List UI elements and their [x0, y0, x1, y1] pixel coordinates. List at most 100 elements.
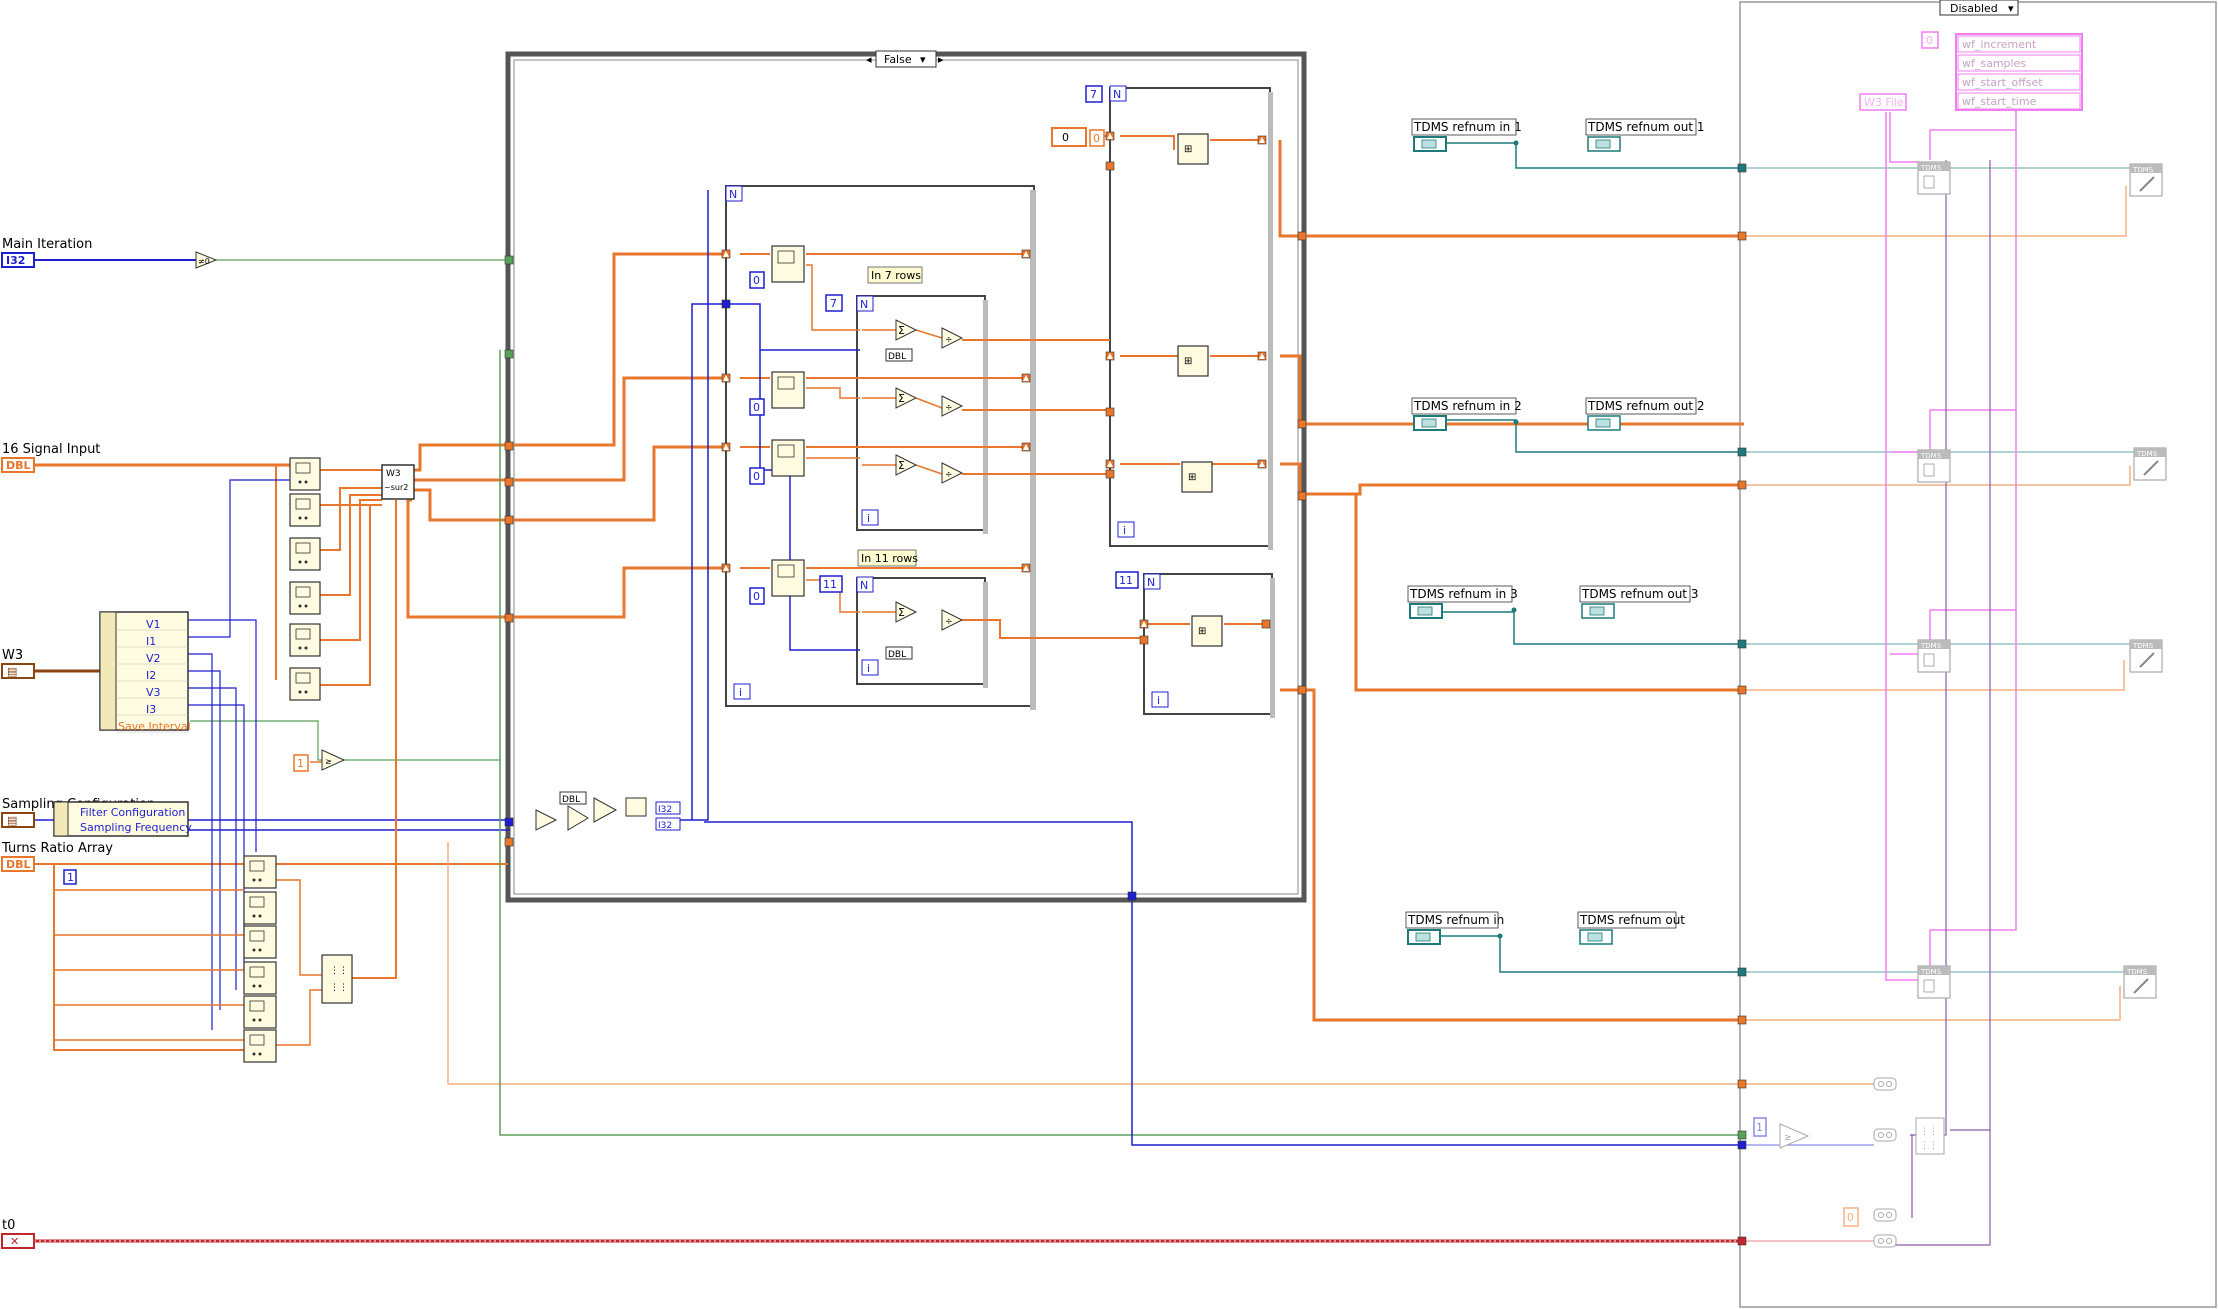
rt-build-node-2[interactable]: ⊞ [1177, 345, 1209, 377]
structure-tunnel[interactable] [504, 817, 514, 827]
wire-subvi-out-4[interactable] [406, 498, 512, 619]
wire-11rows-out[interactable] [962, 619, 1148, 639]
structure-tunnel[interactable] [1261, 619, 1271, 629]
convert-node[interactable] [1873, 1208, 1897, 1222]
const-one-disabled[interactable]: 1 [1753, 1117, 1767, 1137]
rt-build-node-1[interactable]: ⊞ [1177, 133, 1209, 165]
structure-tunnel[interactable] [1737, 1079, 1747, 1089]
structure-tunnel[interactable] [1737, 163, 1747, 173]
wire-subvi-out-3[interactable] [412, 488, 512, 522]
convert-node[interactable] [1873, 1234, 1897, 1248]
wire-7rows-div2[interactable] [915, 397, 943, 409]
structure-tunnel[interactable] [1737, 1015, 1747, 1025]
structure-tunnel[interactable] [1297, 491, 1307, 501]
wire-build-array[interactable] [276, 879, 322, 976]
structure-tunnel[interactable] [504, 837, 514, 847]
structure-tunnel[interactable] [1105, 161, 1115, 171]
inner-loop-11-count[interactable]: N [856, 576, 874, 593]
w3-subvi[interactable]: W3 ~sur2 [381, 464, 415, 500]
wire-blue-to-right-loop[interactable] [704, 821, 1133, 895]
w3-file-indicator[interactable]: W3 File [1859, 93, 1907, 111]
structure-tunnel[interactable] [1139, 635, 1149, 645]
right-bottom-loop-count[interactable]: N [1143, 573, 1161, 590]
wire-turns-index[interactable] [53, 864, 244, 1051]
wire-bundle-i2[interactable] [188, 670, 221, 1010]
wire-bundle-i1[interactable] [188, 479, 290, 638]
wire-blue-side[interactable] [691, 303, 726, 820]
build-array-node[interactable]: ⋮⋮ ⋮⋮ [321, 954, 353, 1004]
wire-rt-2[interactable] [1120, 135, 1175, 150]
structure-tunnel[interactable] [1297, 231, 1307, 241]
const-zero-disabled[interactable]: 0 [1843, 1207, 1859, 1227]
w3-control[interactable]: W3 ▤ [1, 648, 35, 679]
structure-tunnel[interactable] [1737, 1130, 1747, 1140]
structure-tunnel[interactable] [504, 255, 514, 265]
wire-bundle-v1[interactable] [188, 619, 257, 852]
const-zero-c[interactable]: 0 [749, 467, 765, 485]
case-arith-chain[interactable]: DBL I32 I32 [535, 791, 681, 831]
structure-tunnel[interactable] [1737, 480, 1747, 490]
wire-green-down[interactable] [499, 350, 1744, 1136]
structure-tunnel[interactable] [1737, 967, 1747, 977]
wire-out-3[interactable] [1280, 462, 1744, 496]
loop-index-node[interactable] [771, 559, 805, 597]
rt-build-node-3[interactable]: ⊞ [1181, 461, 1213, 493]
structure-tunnel[interactable] [504, 613, 514, 623]
const-eleven-a[interactable]: 11 [819, 575, 843, 593]
wire-case-1[interactable] [514, 252, 728, 447]
wire-pink-2[interactable] [1889, 112, 1920, 163]
sampling-unbundle[interactable]: Filter Configuration Sampling Frequency [53, 801, 192, 837]
structure-tunnel[interactable] [504, 349, 514, 359]
structure-tunnel[interactable] [1297, 419, 1307, 429]
structure-tunnel[interactable] [1105, 407, 1115, 417]
case-decrement-icon[interactable]: ◂ [866, 53, 872, 66]
wire-bundle-v2[interactable] [188, 653, 213, 1030]
wire-subvi-out-1[interactable] [412, 443, 512, 472]
const-zero-a[interactable]: 0 [749, 271, 765, 289]
compare-node[interactable]: ≥ [321, 749, 346, 771]
wire-out-4[interactable] [1280, 688, 1744, 1022]
structure-tunnel[interactable] [1297, 685, 1307, 695]
structure-tunnel[interactable] [504, 441, 514, 451]
inner-loop-7-count[interactable]: N [856, 295, 874, 312]
turns-ratio-control[interactable]: Turns Ratio Array DBL [1, 841, 113, 872]
structure-tunnel[interactable] [1127, 891, 1137, 901]
wire-index-to-subvi-4[interactable] [320, 494, 382, 596]
unbundle-by-name[interactable]: V1 I1 V2 I2 V3 I3 Save Interval [99, 611, 191, 733]
structure-tunnel[interactable] [1737, 685, 1747, 695]
structure-tunnel[interactable] [504, 477, 514, 487]
outer-loop-count[interactable]: N [725, 185, 743, 202]
structure-tunnel[interactable] [1105, 469, 1115, 479]
wire-build-array-2[interactable] [276, 989, 322, 1046]
wire-build-array-out[interactable] [352, 500, 397, 979]
const-one-compare[interactable]: 1 [293, 754, 309, 772]
case-increment-icon[interactable]: ▸ [938, 53, 944, 66]
const-zero-b[interactable]: 0 [749, 398, 765, 416]
wire-pink-7[interactable] [1929, 410, 2017, 648]
convert-node[interactable] [1873, 1077, 1897, 1091]
disabled-bundle-node[interactable]: ⋮⋮ ⋮⋮ [1915, 1117, 1945, 1155]
wire-turns-down[interactable] [447, 842, 1744, 1085]
structure-tunnel[interactable] [504, 515, 514, 525]
disabled-selector[interactable]: Disabled ▾ [1939, 0, 2019, 16]
wire-case-2[interactable] [514, 376, 728, 482]
right-top-loop-count[interactable]: N [1109, 85, 1127, 102]
const-seven-b[interactable]: 7 [1085, 85, 1103, 103]
case-selector[interactable]: False ▾ ◂ ▸ [866, 50, 944, 68]
main-iteration-control[interactable]: Main Iteration I32 [1, 237, 92, 268]
const-eleven-b[interactable]: 11 [1115, 571, 1139, 589]
structure-tunnel[interactable] [721, 299, 731, 309]
wire-purple-2[interactable] [1950, 160, 1991, 1131]
convert-node[interactable] [1873, 1128, 1897, 1142]
structure-tunnel[interactable] [1737, 231, 1747, 241]
wire-blue-n-outer[interactable] [660, 190, 709, 821]
structure-tunnel[interactable] [1737, 447, 1747, 457]
structure-tunnel[interactable] [1737, 1140, 1747, 1150]
wire-out-1[interactable] [1278, 140, 1744, 238]
waveform-attrs-node[interactable]: 0 wf_increment wf_samples wf_start_offsetw… [1921, 31, 2083, 111]
signal-input-control[interactable]: 16 Signal Input DBL [1, 442, 100, 473]
wire-7rows-div3[interactable] [915, 464, 943, 475]
wire-7rows-div1[interactable] [915, 329, 943, 339]
rb-build-node[interactable]: ⊞ [1191, 615, 1223, 647]
wire-case-4[interactable] [514, 566, 728, 619]
